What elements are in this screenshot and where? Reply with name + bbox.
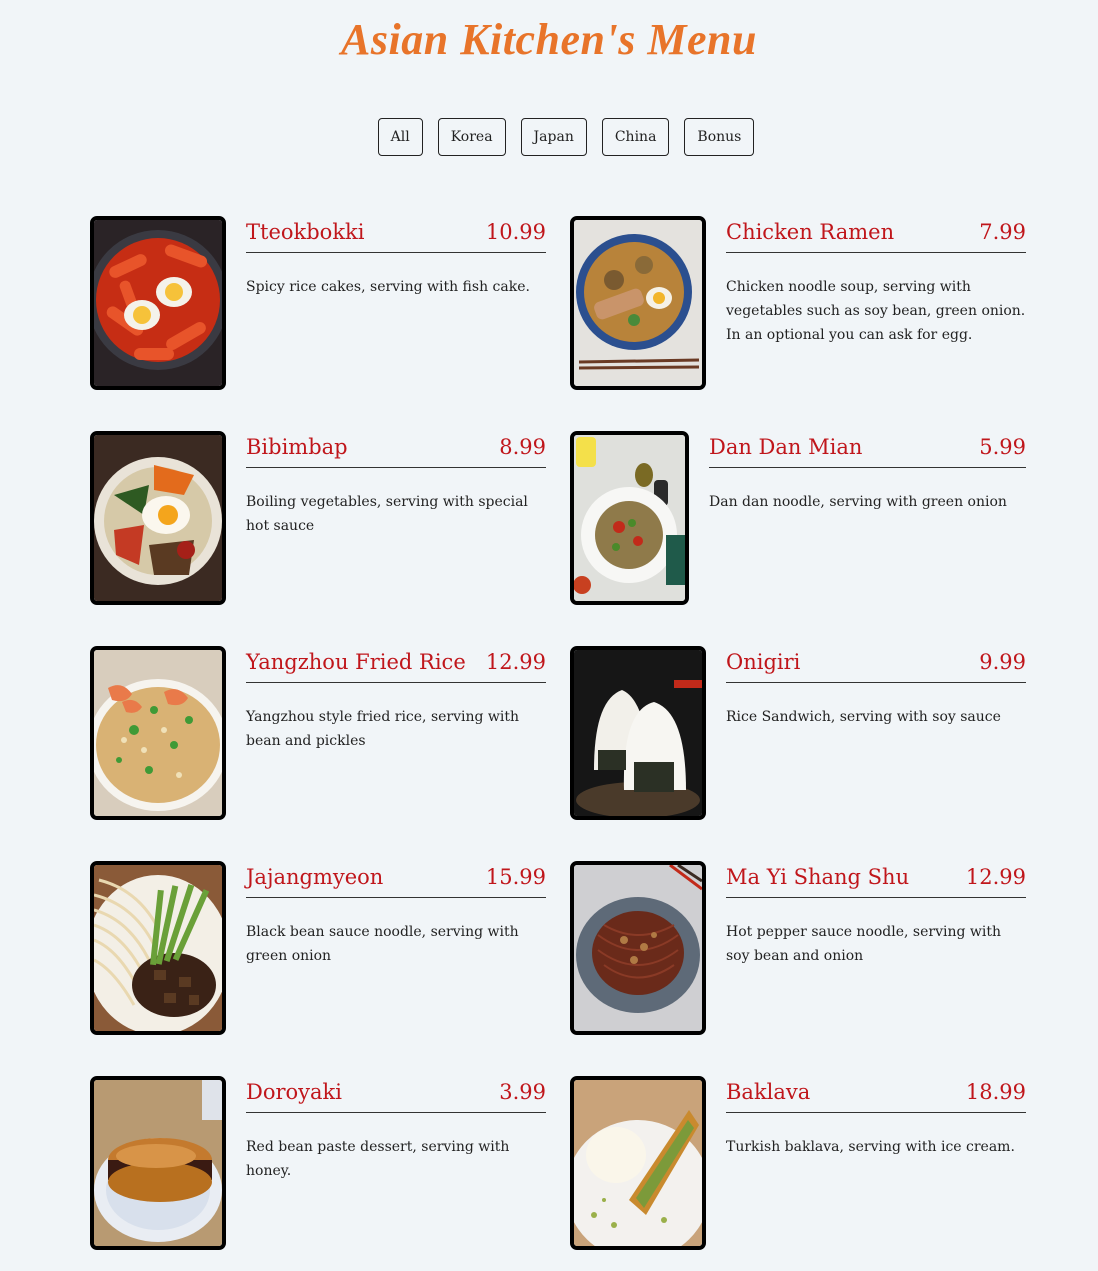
item-price: 5.99 (979, 435, 1026, 459)
item-price: 12.99 (965, 865, 1026, 889)
category-filter-bar: All Korea Japan China Bonus (0, 118, 1098, 156)
item-price: 12.99 (485, 650, 546, 674)
item-description: Yangzhou style fried rice, serving with … (246, 709, 520, 749)
jajangmyeon-photo (90, 861, 226, 1035)
filter-button-korea[interactable]: Korea (437, 118, 506, 156)
filter-button-all[interactable]: All (377, 118, 423, 156)
filter-button-china[interactable]: China (601, 118, 670, 156)
doroyaki-photo (90, 1076, 226, 1250)
item-price: 9.99 (979, 650, 1026, 674)
item-description: Hot pepper sauce noodle, serving with so… (726, 924, 1002, 964)
item-price: 18.99 (965, 1080, 1026, 1104)
item-name: Jajangmyeon (246, 865, 384, 889)
fried-rice-photo (90, 646, 226, 820)
item-price: 10.99 (485, 220, 546, 244)
onigiri-photo (570, 646, 706, 820)
item-description: Spicy rice cakes, serving with fish cake… (246, 279, 530, 295)
item-name: Dan Dan Mian (709, 435, 863, 459)
item-name: Tteokbokki (246, 220, 365, 244)
item-name: Onigiri (726, 650, 801, 674)
item-name: Doroyaki (246, 1080, 342, 1104)
filter-button-japan[interactable]: Japan (520, 118, 587, 156)
baklava-photo (570, 1076, 706, 1250)
item-name: Baklava (726, 1080, 811, 1104)
item-price: 15.99 (485, 865, 546, 889)
item-price: 7.99 (979, 220, 1026, 244)
item-description: Red bean paste dessert, serving with hon… (246, 1139, 510, 1179)
menu-item: Onigiri 9.99 Rice Sandwich, serving with… (570, 646, 1026, 820)
ma-yi-shang-shu-photo (570, 861, 706, 1035)
menu-item: Bibimbap 8.99 Boiling vegetables, servin… (90, 431, 546, 605)
dan-dan-mian-photo (570, 431, 689, 605)
filter-button-bonus[interactable]: Bonus (684, 118, 755, 156)
menu-item: Jajangmyeon 15.99 Black bean sauce noodl… (90, 861, 546, 1035)
menu-item: Chicken Ramen 7.99 Chicken noodle soup, … (570, 216, 1026, 390)
menu-item: Ma Yi Shang Shu 12.99 Hot pepper sauce n… (570, 861, 1026, 1035)
item-name: Bibimbap (246, 435, 348, 459)
item-price: 3.99 (499, 1080, 546, 1104)
menu-grid: Tteokbokki 10.99 Spicy rice cakes, servi… (90, 216, 1026, 1250)
menu-item: Baklava 18.99 Turkish baklava, serving w… (570, 1076, 1026, 1250)
item-price: 8.99 (499, 435, 546, 459)
bibimbap-photo (90, 431, 226, 605)
menu-item: Yangzhou Fried Rice 12.99 Yangzhou style… (90, 646, 546, 820)
item-name: Chicken Ramen (726, 220, 895, 244)
item-name: Ma Yi Shang Shu (726, 865, 910, 889)
menu-item: Doroyaki 3.99 Red bean paste dessert, se… (90, 1076, 546, 1250)
item-description: Turkish baklava, serving with ice cream. (726, 1139, 1015, 1155)
item-description: Dan dan noodle, serving with green onion (709, 494, 1007, 510)
item-name: Yangzhou Fried Rice (246, 650, 466, 674)
tteokbokki-photo (90, 216, 226, 390)
page-title: Asian Kitchen's Menu (341, 15, 757, 64)
item-description: Black bean sauce noodle, serving with gr… (246, 924, 519, 964)
chicken-ramen-photo (570, 216, 706, 390)
menu-item: Tteokbokki 10.99 Spicy rice cakes, servi… (90, 216, 546, 390)
menu-item: Dan Dan Mian 5.99 Dan dan noodle, servin… (570, 431, 1026, 605)
item-description: Rice Sandwich, serving with soy sauce (726, 709, 1001, 725)
item-description: Chicken noodle soup, serving with vegeta… (726, 279, 1026, 343)
item-description: Boiling vegetables, serving with special… (246, 494, 528, 534)
